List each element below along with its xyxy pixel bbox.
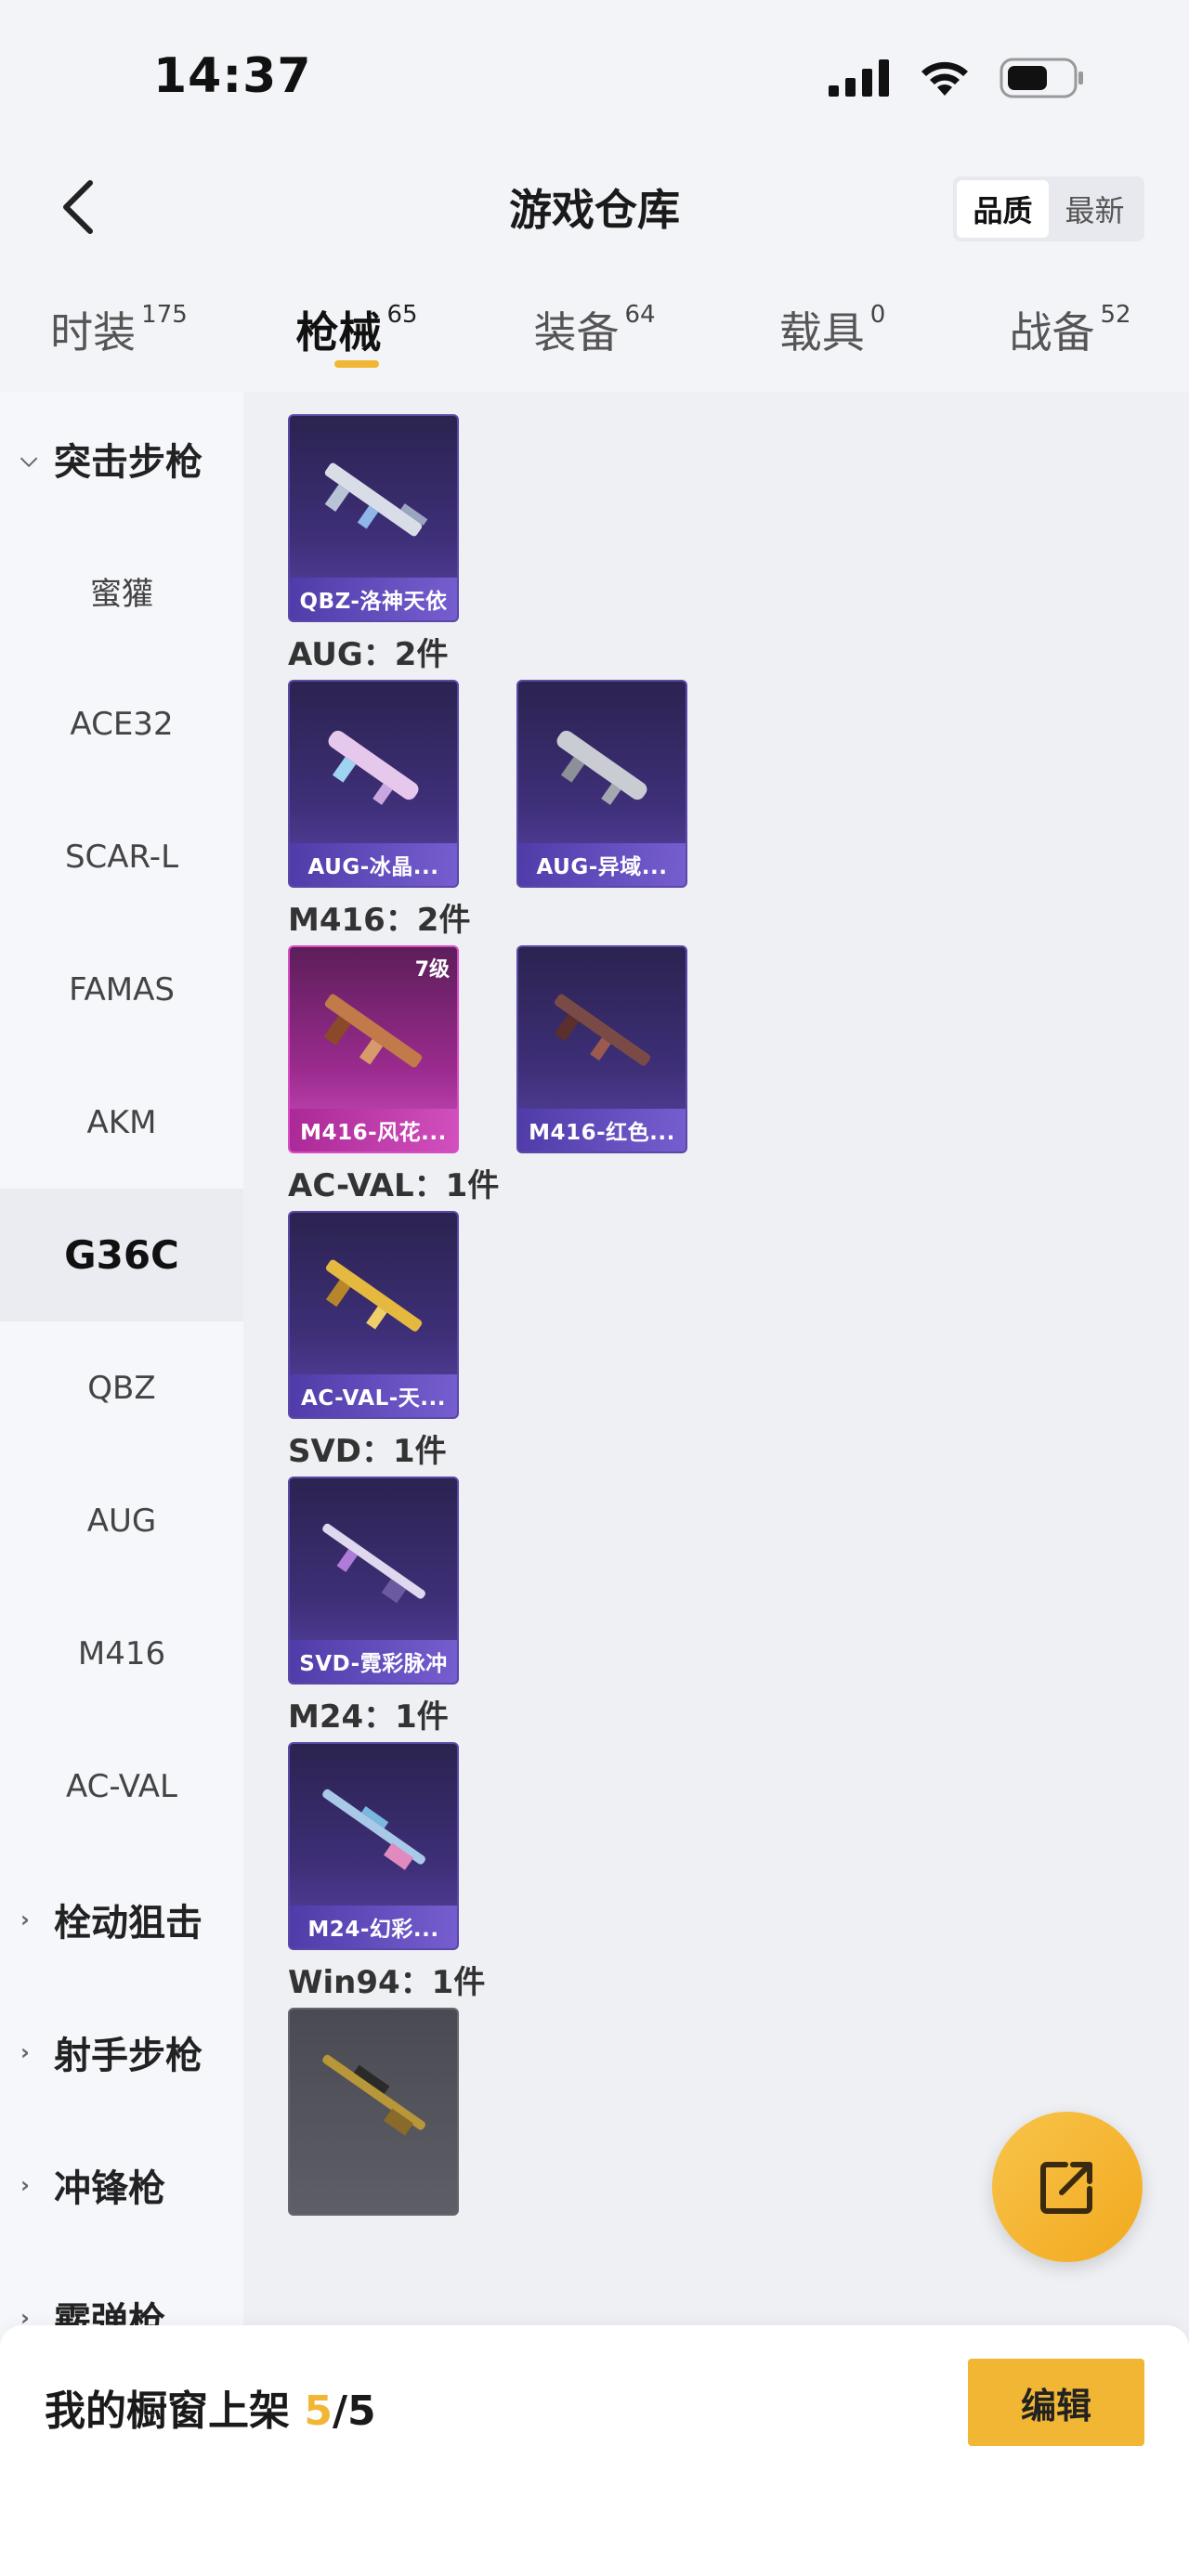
sidebar-group-marksman-rifles[interactable]: › 射手步枪	[0, 1985, 243, 2118]
sidebar-item-label: 射手步枪	[54, 2034, 203, 2077]
weapon-skin-card[interactable]: M24-幻彩...	[288, 1742, 459, 1950]
rifle-icon	[290, 1744, 457, 1911]
tab-supplies[interactable]: 战备 52	[951, 279, 1189, 390]
sidebar-item-ac-val[interactable]: AC-VAL	[0, 1720, 243, 1853]
tab-label: 战备	[1009, 307, 1095, 358]
sidebar-item-qbz[interactable]: QBZ	[0, 1321, 243, 1454]
weapon-skin-name: AUG-冰晶...	[290, 843, 457, 886]
tab-weapons[interactable]: 枪械 65	[238, 279, 476, 390]
section-title: AC-VAL：1件	[288, 1166, 500, 1204]
weapon-skin-card[interactable]: M416-红色...	[516, 945, 687, 1153]
weapon-skin-card[interactable]: SVD-霓彩脉冲	[288, 1477, 459, 1685]
showcase-status: 我的橱窗上架 5/5	[45, 2377, 376, 2437]
tab-label: 装备	[533, 307, 620, 358]
weapon-skin-card[interactable]: AUG-冰晶...	[288, 680, 459, 888]
status-icons	[829, 58, 1085, 98]
sort-toggle[interactable]: 品质 最新	[953, 176, 1144, 241]
sidebar-item-akm[interactable]: AKM	[0, 1056, 243, 1189]
tab-vehicles[interactable]: 载具 0	[713, 279, 951, 390]
showcase-label: 我的橱窗上架	[45, 2387, 290, 2435]
tab-label: 载具	[778, 307, 865, 358]
tab-count: 52	[1100, 301, 1131, 329]
chevron-down-icon: ⌵	[20, 445, 38, 472]
section-title: AUG：2件	[288, 635, 449, 673]
status-bar: 14:37	[0, 0, 1189, 158]
sidebar-item-label: 突击步枪	[54, 440, 203, 484]
sidebar-item-label: 栓动狙击	[54, 1901, 203, 1945]
sidebar-item-ace32[interactable]: ACE32	[0, 657, 243, 790]
share-button[interactable]	[992, 2112, 1143, 2262]
tab-count: 175	[141, 301, 188, 329]
chevron-right-icon: ›	[20, 1906, 30, 1932]
rifle-icon	[290, 682, 457, 849]
weapon-skin-card[interactable]: QBZ-洛神天依	[288, 414, 459, 622]
rifle-icon	[518, 947, 686, 1114]
tab-count: 65	[386, 301, 418, 329]
rifle-icon	[290, 416, 457, 583]
tab-count: 64	[624, 301, 656, 329]
weapon-section-m416: M416：2件 7级 M416-风花... M416-红色...	[243, 888, 1189, 1153]
sidebar-group-assault-rifles[interactable]: ⌵ 突击步枪	[0, 392, 243, 525]
active-tab-indicator	[334, 360, 379, 368]
weapon-list: QBZ-洛神天依 AUG：2件 AUG-冰晶... AUG-异域... M416…	[243, 392, 1189, 2342]
edit-button[interactable]: 编辑	[968, 2359, 1144, 2446]
sidebar-item-aug[interactable]: AUG	[0, 1454, 243, 1587]
weapon-skin-name: M24-幻彩...	[290, 1906, 457, 1948]
sidebar-item-honey-badger[interactable]: 蜜獾	[0, 525, 243, 657]
sidebar-item-label: 冲锋枪	[54, 2166, 165, 2210]
sidebar-item-g36c[interactable]: G36C	[0, 1189, 243, 1321]
weapon-skin-name: SVD-霓彩脉冲	[290, 1640, 457, 1683]
sidebar-group-bolt-snipers[interactable]: › 栓动狙击	[0, 1853, 243, 1985]
header: 游戏仓库 品质 最新	[0, 158, 1189, 260]
weapon-type-sidebar: ⌵ 突击步枪 蜜獾 ACE32 SCAR-L FAMAS AKM G36C QB…	[0, 392, 243, 2342]
rifle-icon	[290, 1213, 457, 1380]
sidebar-item-m416[interactable]: M416	[0, 1587, 243, 1720]
weapon-skin-name: M416-风花...	[290, 1109, 457, 1151]
section-title: Win94：1件	[288, 1963, 486, 2001]
tab-equipment[interactable]: 装备 64	[476, 279, 713, 390]
sidebar-group-smgs[interactable]: › 冲锋枪	[0, 2118, 243, 2251]
weapon-skin-name: AUG-异域...	[518, 843, 686, 886]
rifle-icon	[290, 2010, 457, 2177]
battery-icon	[1000, 58, 1083, 98]
sort-option-newest[interactable]: 最新	[1049, 180, 1141, 238]
sidebar-item-scar-l[interactable]: SCAR-L	[0, 790, 243, 923]
weapon-skin-name: M416-红色...	[518, 1109, 686, 1151]
weapon-skin-card[interactable]: AUG-异域...	[516, 680, 687, 888]
weapon-section-ac-val: AC-VAL：1件 AC-VAL-天...	[243, 1153, 1189, 1419]
showcase-bar: 我的橱窗上架 5/5 编辑	[0, 2325, 1189, 2576]
section-title: M416：2件	[288, 901, 471, 939]
rifle-icon	[518, 682, 686, 849]
tab-label: 时装	[50, 307, 137, 358]
showcase-total: /5	[332, 2387, 376, 2435]
tab-count: 0	[869, 301, 886, 329]
signal-icon	[829, 59, 889, 97]
weapon-skin-name: QBZ-洛神天依	[290, 578, 457, 620]
section-title: M24：1件	[288, 1698, 449, 1736]
weapon-section-qbz: QBZ-洛神天依	[243, 414, 1189, 622]
wifi-icon	[921, 61, 968, 96]
rifle-icon	[290, 1478, 457, 1646]
category-tabs: 时装 175 枪械 65 装备 64 载具 0 战备 52	[0, 279, 1189, 390]
tab-label: 枪械	[295, 307, 382, 358]
weapon-section-aug: AUG：2件 AUG-冰晶... AUG-异域...	[243, 622, 1189, 888]
sort-option-quality[interactable]: 品质	[957, 180, 1049, 238]
section-title: SVD：1件	[288, 1432, 447, 1470]
rifle-icon	[290, 947, 457, 1114]
status-time: 14:37	[153, 48, 312, 104]
chevron-right-icon: ›	[20, 2171, 30, 2198]
sidebar-item-famas[interactable]: FAMAS	[0, 923, 243, 1056]
weapon-skin-card[interactable]: AC-VAL-天...	[288, 1211, 459, 1419]
showcase-count: 5	[304, 2387, 333, 2435]
weapon-section-m24: M24：1件 M24-幻彩...	[243, 1685, 1189, 1950]
weapon-skin-card[interactable]	[288, 2008, 459, 2216]
chevron-right-icon: ›	[20, 2038, 30, 2065]
tab-fashion[interactable]: 时装 175	[0, 279, 238, 390]
share-icon	[1040, 2162, 1092, 2214]
weapon-skin-name: AC-VAL-天...	[290, 1374, 457, 1417]
weapon-skin-card[interactable]: 7级 M416-风花...	[288, 945, 459, 1153]
weapon-section-svd: SVD：1件 SVD-霓彩脉冲	[243, 1419, 1189, 1685]
